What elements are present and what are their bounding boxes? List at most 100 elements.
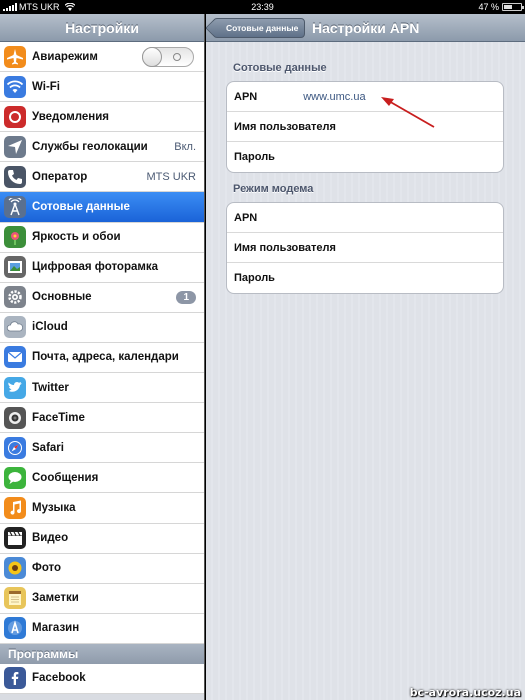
sidebar-item-label: Оператор [32,170,88,183]
sidebar-item-clapperboard[interactable]: Видео [0,523,204,554]
photo-frame-icon [4,256,26,279]
back-button-label: Сотовые данные [226,23,299,33]
sidebar-item-label: Сотовые данные [32,201,130,214]
detail-navbar: Сотовые данные Настройки APN [206,14,525,42]
sidebar-item-label: Wi-Fi [32,80,60,93]
facebook-icon [4,667,26,690]
cloud-icon [4,316,26,339]
location-icon [4,135,26,158]
wifi-icon [4,75,26,98]
field-label: APN [234,211,258,224]
sidebar-item-label: Уведомления [32,110,109,123]
cellular-apn-field-0[interactable]: APN www.umc.ua [227,82,503,112]
airplane-icon [4,45,26,68]
battery-icon [502,3,524,11]
detail-panel: Сотовые данные Настройки APN Сотовые дан… [206,14,525,700]
modem-apn-field-1[interactable]: Имя пользователя [227,233,503,263]
notepad-icon [4,587,26,610]
sidebar-item-airplane[interactable]: Авиарежим [0,42,204,73]
programs-list: Facebook [0,663,204,694]
sidebar-item-label: Safari [32,441,64,454]
sidebar-item-cellular-antenna[interactable]: Сотовые данные [0,192,204,223]
sidebar-item-notifications[interactable]: Уведомления [0,102,204,133]
sidebar-item-gear[interactable]: Основные 1 [0,282,204,313]
music-note-icon [4,496,26,519]
group-title-modem: Режим модема [233,183,314,195]
sidebar-item-carrier-phone[interactable]: Оператор MTS UKR [0,162,204,193]
compass-icon [4,436,26,459]
sidebar-item-compass[interactable]: Safari [0,433,204,464]
sidebar-item-label: Видео [32,532,69,545]
sidebar-item-speech-bubble[interactable]: Сообщения [0,463,204,494]
sidebar-item-wifi[interactable]: Wi-Fi [0,72,204,103]
sidebar-item-location[interactable]: Службы геолокации Вкл. [0,132,204,163]
sidebar-item-label: Основные [32,291,92,304]
sidebar-item-photo-frame[interactable]: Цифровая фоторамка [0,252,204,283]
sidebar-item-value: MTS UKR [146,170,197,183]
toggle-off-icon [173,52,181,61]
sidebar-item-label: Twitter [32,381,69,394]
clock: 23:39 [251,2,274,12]
sidebar-item-value: Вкл. [174,140,196,153]
modem-apn-field-0[interactable]: APN [227,203,503,233]
sidebar-item-label: Заметки [32,592,79,605]
field-label: Имя пользователя [234,241,336,254]
sidebar-item-facetime-camera[interactable]: FaceTime [0,403,204,434]
cellular-apn-field-1[interactable]: Имя пользователя [227,112,503,142]
sidebar-item-label: Почта, адреса, календари [32,351,179,364]
sidebar-item-label: FaceTime [32,411,85,424]
battery-indicator: 47 % [478,0,524,14]
field-label: Имя пользователя [234,120,336,133]
notifications-icon [4,105,26,128]
brightness-flower-icon [4,226,26,249]
sidebar-item-app-store[interactable]: Магазин [0,613,204,644]
annotation-arrow-icon [381,97,435,128]
sidebar-item-label: Сообщения [32,471,99,484]
sidebar-title: Настройки [65,19,139,36]
sidebar-item-label: Яркость и обои [32,231,121,244]
sidebar-item-label: Facebook [32,672,86,685]
apn-modem-group: APN Имя пользователя Пароль [226,202,504,294]
page-title: Настройки APN [312,20,420,36]
toggle-knob [142,46,162,67]
airplane-mode-toggle[interactable] [142,46,194,67]
field-label: APN [234,90,258,103]
sidebar-item-label: Магазин [32,622,80,635]
sidebar-item-twitter-bird[interactable]: Twitter [0,373,204,404]
field-label: Пароль [234,151,275,163]
sidebar-item-mail[interactable]: Почта, адреса, календари [0,342,204,374]
sidebar-navbar: Настройки [0,14,204,42]
group-title-cellular: Сотовые данные [233,62,327,74]
sidebar-item-music-note[interactable]: Музыка [0,493,204,524]
cellular-apn-field-2[interactable]: Пароль [227,142,503,172]
sidebar-item-cloud[interactable]: iCloud [0,312,204,343]
modem-apn-field-2[interactable]: Пароль [227,263,503,293]
field-value[interactable]: www.umc.ua [303,91,365,103]
twitter-bird-icon [4,376,26,399]
sunflower-icon [4,557,26,580]
cellular-antenna-icon [4,196,26,219]
battery-percent: 47 % [478,2,499,12]
sidebar-item-label: Службы геолокации [32,140,148,153]
sidebar-item-brightness-flower[interactable]: Яркость и обои [0,222,204,253]
watermark: bc-avrora.ucoz.ua [409,686,521,699]
sidebar-item-label: Фото [32,562,62,575]
clapperboard-icon [4,527,26,550]
carrier-phone-icon [4,165,26,188]
back-button[interactable]: Сотовые данные [213,18,306,38]
sidebar-item-sunflower[interactable]: Фото [0,553,204,584]
sidebar-item-notepad[interactable]: Заметки [0,583,204,614]
facetime-camera-icon [4,406,26,429]
section-header-programs: Программы [0,643,204,664]
gear-icon [4,286,26,309]
sidebar-item-label: Музыка [32,501,76,514]
update-badge: 1 [176,290,196,304]
status-bar: MTS UKR 23:39 47 % [0,0,525,14]
sidebar-item-label: Цифровая фоторамка [32,261,159,274]
sidebar-item-label: iCloud [32,321,68,334]
sidebar-item-facebook[interactable]: Facebook [0,663,204,694]
field-label: Пароль [234,272,275,284]
settings-list: Авиарежим Wi-Fi Уведомления Службы геолокац… [0,42,204,644]
settings-sidebar: Настройки Авиарежим Wi-Fi Уведомления Служб… [0,14,205,700]
apn-cellular-group: APN www.umc.ua Имя пользователя Пароль [226,81,504,173]
